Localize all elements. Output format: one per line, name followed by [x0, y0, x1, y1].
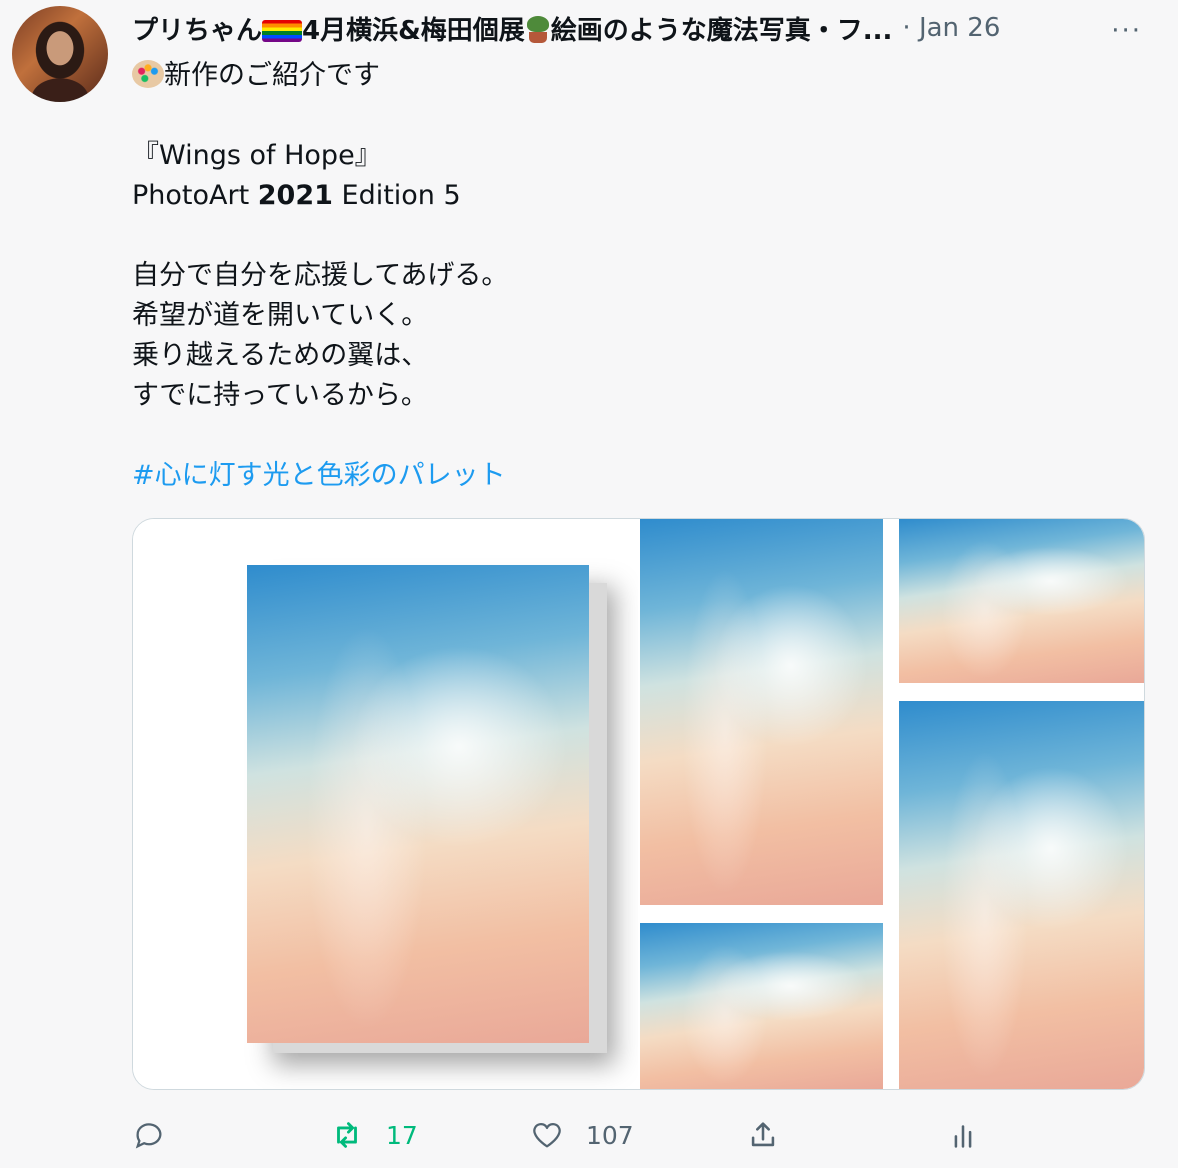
potted-plant-icon	[525, 15, 551, 43]
author-name-part3: 絵画のような魔法写真・フ...	[550, 15, 893, 46]
tweet-actions: 17 107	[132, 1112, 1142, 1158]
more-options-icon[interactable]: ···	[1111, 16, 1142, 46]
tweet-date[interactable]: · Jan 26	[902, 13, 1000, 43]
share-button[interactable]	[746, 1112, 780, 1158]
hashtag-link[interactable]: #心に灯す光と色彩のパレット	[132, 460, 506, 491]
artist-palette-icon	[132, 60, 164, 88]
intro-text: 新作のご紹介です	[164, 60, 380, 91]
media-grid	[132, 518, 1145, 1090]
canvas-print-image	[247, 565, 589, 1043]
author-name[interactable]: プリちゃん 4月横浜&梅田個展 絵画のような魔法写真・フ...	[132, 10, 892, 47]
poem-line-1: 自分で自分を応援してあげる。	[132, 260, 509, 291]
like-count: 107	[586, 1120, 634, 1150]
rainbow-flag-icon	[262, 19, 303, 42]
analytics-button[interactable]	[946, 1112, 980, 1158]
heart-icon	[533, 1123, 561, 1148]
media-photo-2[interactable]	[640, 519, 883, 905]
like-button[interactable]: 107	[530, 1112, 634, 1158]
tweet-text: 新作のご紹介です 『Wings of Hope』 PhotoArt 2021 E…	[132, 56, 1112, 496]
analytics-icon	[954, 1125, 972, 1148]
artwork-title: 『Wings of Hope』	[132, 140, 382, 171]
share-icon	[751, 1122, 775, 1147]
poem-line-4: すでに持っているから。	[132, 380, 428, 411]
reply-button[interactable]	[132, 1112, 188, 1158]
edition-year: 2021	[257, 180, 333, 211]
author-name-part1: プリちゃん	[132, 15, 263, 46]
media-photo-3[interactable]	[640, 923, 883, 1089]
reply-icon	[135, 1123, 162, 1149]
author-name-part2: 4月横浜&梅田個展	[302, 15, 525, 46]
edition-suffix: Edition 5	[332, 180, 461, 211]
retweet-count: 17	[386, 1120, 418, 1150]
media-photo-1[interactable]	[133, 519, 638, 1089]
poem-line-2: 希望が道を開いていく。	[132, 300, 429, 331]
media-photo-5[interactable]	[899, 701, 1144, 1089]
author-avatar[interactable]	[12, 6, 108, 102]
media-photo-4[interactable]	[899, 519, 1144, 683]
retweet-button[interactable]: 17	[330, 1112, 418, 1158]
poem-line-3: 乗り越えるための翼は、	[132, 340, 429, 371]
edition-prefix: PhotoArt	[132, 180, 258, 211]
retweet-icon	[337, 1122, 357, 1148]
tweet-header: プリちゃん 4月横浜&梅田個展 絵画のような魔法写真・フ... · Jan 26 ·…	[132, 8, 1142, 48]
